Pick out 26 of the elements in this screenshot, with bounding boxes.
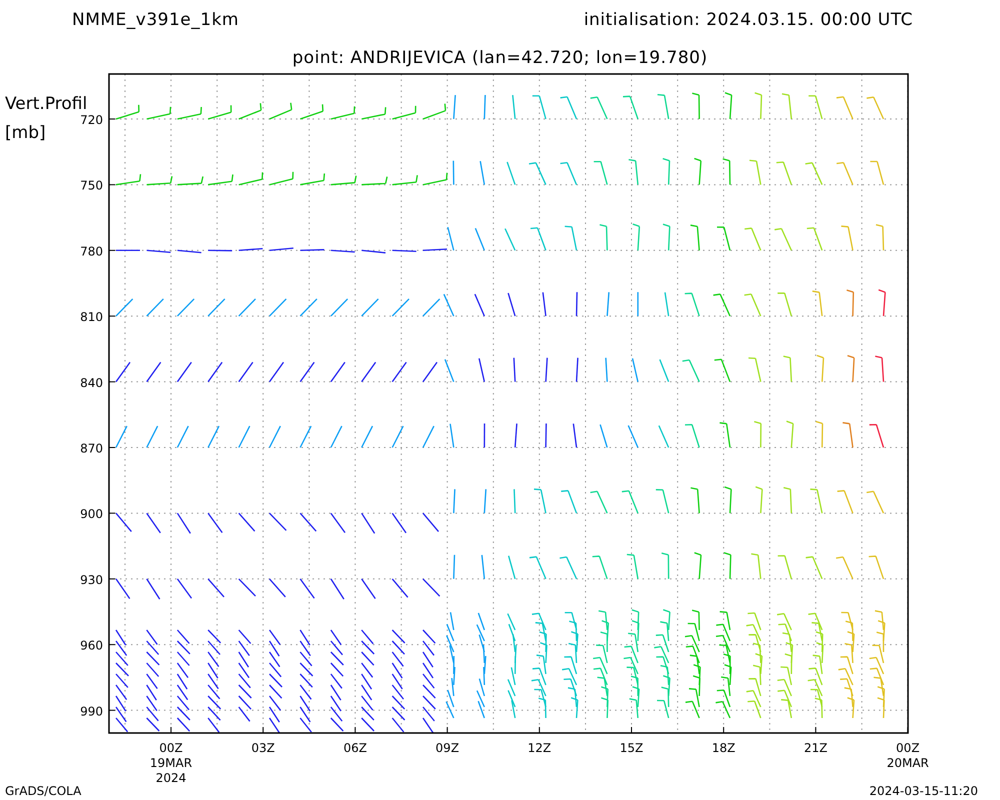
y-tick-label: 750 bbox=[80, 178, 103, 193]
x-tick-label: 00Z 20MAR bbox=[886, 741, 929, 770]
x-tick-label: 15Z bbox=[620, 741, 644, 755]
timestamp: 2024-03-15-11:20 bbox=[869, 784, 978, 798]
x-tick-label: 06Z bbox=[343, 741, 367, 755]
x-tick-label: 12Z bbox=[528, 741, 552, 755]
x-tick-label: 00Z 19MAR 2024 bbox=[150, 741, 192, 785]
y-tick-label: 780 bbox=[80, 244, 103, 258]
point-title: point: ANDRIJEVICA (lan=42.720; lon=19.780) bbox=[292, 48, 708, 68]
initialisation-title: initialisation: 2024.03.15. 00:00 UTC bbox=[584, 10, 913, 30]
y-tick-label: 810 bbox=[80, 310, 103, 324]
x-tick-label: 09Z bbox=[436, 741, 460, 755]
x-tick-label: 03Z bbox=[251, 741, 275, 755]
y-tick-label: 900 bbox=[80, 507, 103, 522]
x-tick-label: 18Z bbox=[712, 741, 736, 755]
y-tick-label: 720 bbox=[80, 113, 103, 127]
x-tick-label: 21Z bbox=[804, 741, 828, 755]
y-tick-label: 960 bbox=[80, 638, 103, 653]
y-tick-label: 840 bbox=[80, 376, 103, 390]
y-tick-label: 870 bbox=[80, 442, 103, 456]
y-axis-title: Vert.Profil bbox=[5, 94, 88, 114]
y-tick-label: 930 bbox=[80, 572, 103, 587]
y-axis-title: [mb] bbox=[5, 123, 46, 143]
software-credit: GrADS/COLA bbox=[5, 784, 82, 798]
model-title: NMME_v391e_1km bbox=[72, 10, 239, 30]
y-tick-label: 990 bbox=[80, 704, 103, 718]
